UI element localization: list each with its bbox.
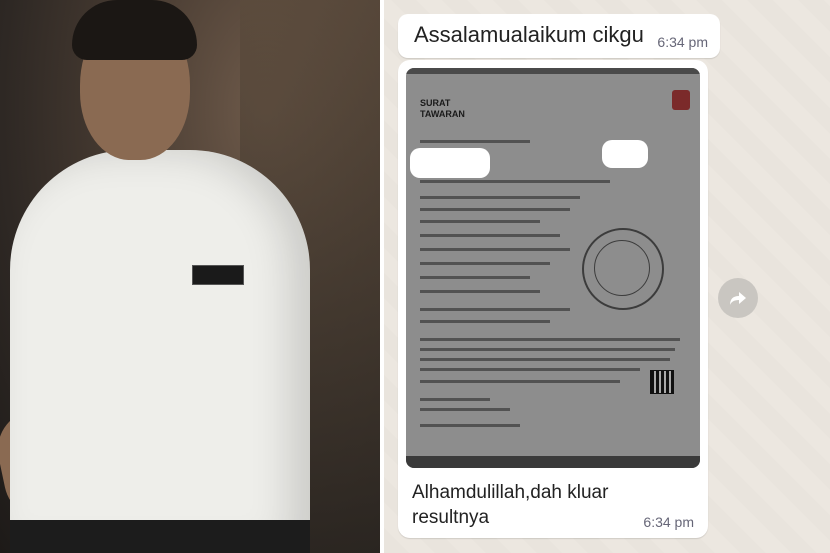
- message-time: 6:34 pm: [657, 34, 708, 50]
- document-line: [420, 408, 510, 411]
- message-text: Assalamualaikum cikgu: [414, 22, 644, 47]
- photo-shirt: [10, 150, 310, 553]
- document-line: [420, 248, 570, 251]
- document-line: [420, 308, 570, 311]
- message-text: Alhamdulillah,dah kluar resultnya: [412, 482, 609, 528]
- document-line: [420, 358, 670, 361]
- document-line: [420, 348, 675, 351]
- document-line: [420, 208, 570, 211]
- qr-code: [650, 370, 674, 394]
- document-line: [420, 140, 530, 143]
- forward-button[interactable]: [718, 278, 758, 318]
- document-line: [420, 234, 560, 237]
- document-line: [420, 368, 640, 371]
- document-title: SURAT TAWARAN: [420, 98, 465, 119]
- university-logo: [672, 90, 690, 110]
- photo-belt: [10, 520, 310, 553]
- document-line: [420, 398, 490, 401]
- message-bubble-1[interactable]: Assalamualaikum cikgu 6:34 pm: [398, 14, 720, 58]
- document-line: [420, 380, 620, 383]
- document-image[interactable]: SURAT TAWARAN: [406, 68, 700, 468]
- document-line: [420, 290, 540, 293]
- photo-nametag: [192, 265, 244, 285]
- official-seal-inner: [594, 240, 650, 296]
- document-line: [420, 320, 550, 323]
- document-footer-bar: [406, 456, 700, 468]
- document-line: [420, 180, 610, 183]
- forward-arrow-icon: [730, 292, 746, 305]
- message-time: 6:34 pm: [643, 514, 694, 530]
- document-line: [420, 276, 530, 279]
- redaction-mark-2: [602, 140, 648, 168]
- document-header-bar: [406, 68, 700, 74]
- document-line: [420, 220, 540, 223]
- profile-photo: [0, 0, 380, 553]
- message-bubble-2[interactable]: SURAT TAWARAN Alhamdulillah,dah kluar re…: [398, 60, 708, 538]
- document-line: [420, 196, 580, 199]
- document-line: [420, 424, 520, 427]
- photo-hair: [72, 0, 197, 60]
- redaction-mark-1: [410, 148, 490, 178]
- document-line: [420, 262, 550, 265]
- document-line: [420, 338, 680, 341]
